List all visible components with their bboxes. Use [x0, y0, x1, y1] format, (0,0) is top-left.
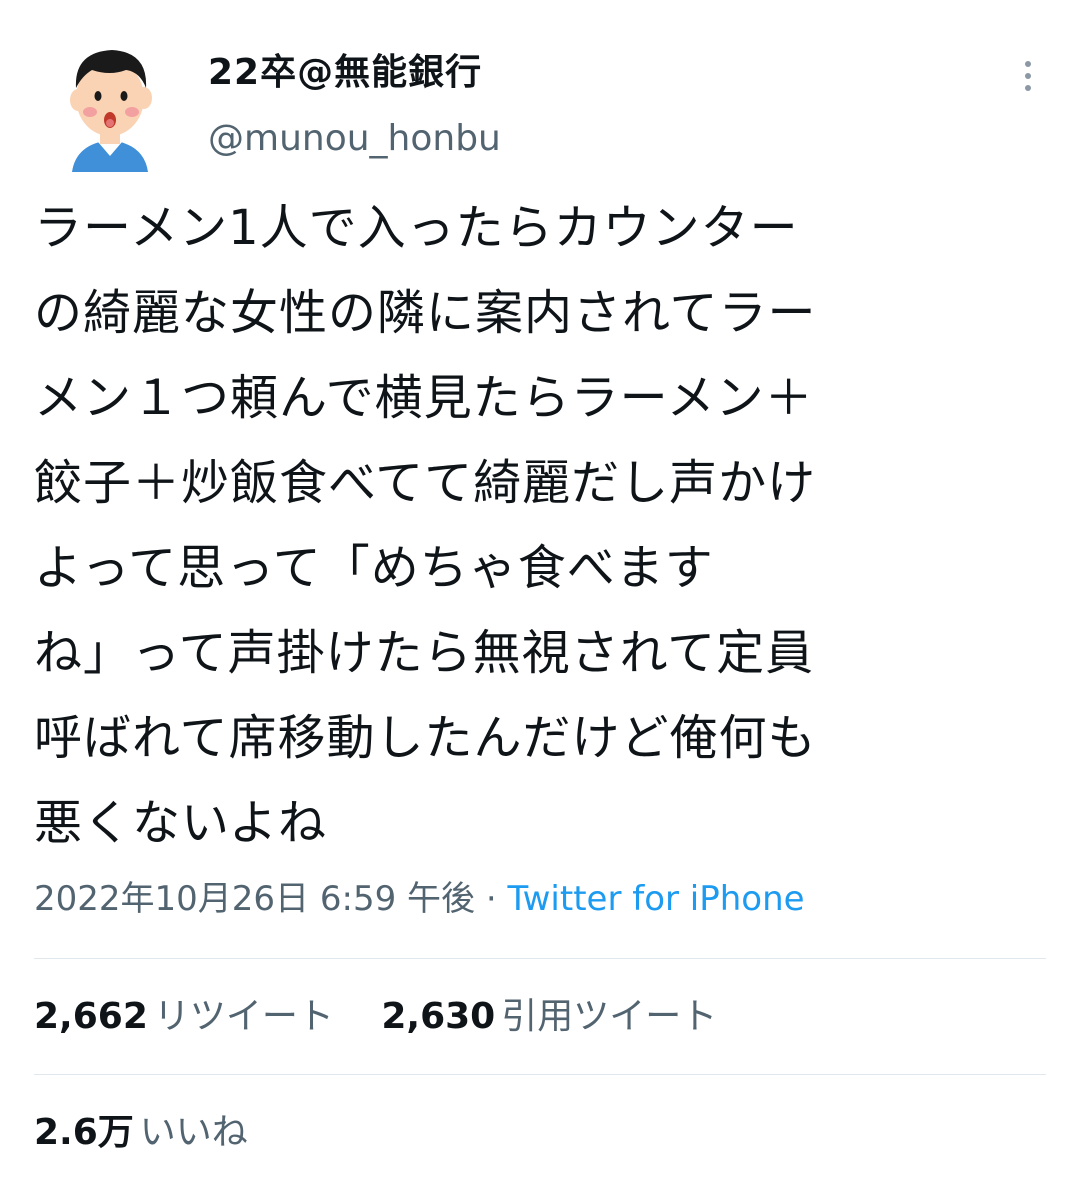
author-handle[interactable]: @munou_honbu — [208, 114, 501, 164]
author-display-name[interactable]: 22卒@無能銀行 — [208, 48, 482, 98]
tweet-text-line: ラーメン1人で入ったらカウンター — [34, 200, 799, 256]
likes-label: いいね — [139, 1112, 248, 1153]
tweet-meta: 2022年10月26日 6:59 午後 · Twitter for iPhone — [34, 872, 805, 926]
more-dot — [1025, 85, 1031, 91]
more-dot — [1025, 61, 1031, 67]
engagement-stats: 2,662 リツイート 2,630 引用ツイート — [34, 992, 753, 1042]
tweet-text-line: ね」って声掛けたら無視されて定員 — [34, 625, 815, 681]
divider — [34, 1074, 1046, 1075]
tweet-timestamp[interactable]: 2022年10月26日 6:59 午後 — [34, 879, 475, 919]
quotes-count: 2,630 — [381, 996, 496, 1037]
cartoon-boy-avatar-icon — [70, 50, 152, 172]
likes-stat[interactable]: 2.6万 いいね — [34, 1108, 248, 1158]
tweet-text-line: の綺麗な女性の隣に案内されてラー — [34, 285, 817, 341]
tweet-text-line: メン１つ頼んで横見たらラーメン＋ — [34, 370, 814, 426]
retweets-stat[interactable]: 2,662 リツイート — [34, 992, 334, 1042]
likes-count: 2.6万 — [34, 1112, 134, 1153]
tweet-text-line: 餃子＋炒飯食べてて綺麗だし声かけ — [34, 455, 817, 511]
tweet-text-line: よって思って「めちゃ食べます — [34, 540, 714, 596]
tweet-text: ラーメン1人で入ったらカウンター の綺麗な女性の隣に案内されてラー メン１つ頼ん… — [34, 186, 1046, 866]
avatar[interactable] — [40, 32, 180, 172]
divider — [34, 958, 1046, 959]
retweets-label: リツイート — [153, 996, 334, 1037]
quotes-stat[interactable]: 2,630 引用ツイート — [381, 992, 717, 1042]
retweets-count: 2,662 — [34, 996, 148, 1037]
tweet-source-link[interactable]: Twitter for iPhone — [507, 879, 804, 919]
tweet-text-line: 呼ばれて席移動したんだけど俺何も — [34, 710, 817, 766]
quotes-label: 引用ツイート — [501, 996, 718, 1037]
more-icon[interactable] — [1008, 54, 1048, 98]
likes-stats: 2.6万 いいね — [34, 1108, 284, 1158]
tweet-text-line: 悪くないよね — [34, 795, 328, 851]
meta-separator: · — [475, 879, 508, 919]
more-dot — [1025, 73, 1031, 79]
